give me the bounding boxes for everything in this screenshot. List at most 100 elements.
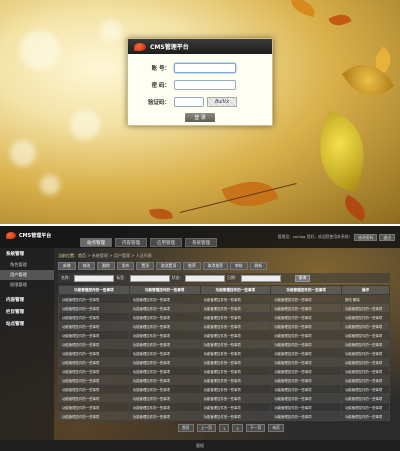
breadcrumb-item[interactable]: 用户管理 [114, 253, 130, 258]
table-cell: 功能管理控件的一些事项 [199, 348, 272, 358]
sidebar-item-users[interactable]: 用户管理 [0, 270, 54, 280]
table-cell: 功能管理控件的一些事项 [58, 294, 130, 304]
next-page-button[interactable]: 下一页 [245, 424, 266, 432]
table-row[interactable]: 功能管理控件的一些事项 功能管理控件的一些事项 功能管理控件的一些事项 功能管理控件的… [58, 384, 390, 394]
row-actions[interactable]: 修改 删除 [341, 294, 390, 304]
review-button[interactable]: 审核 [229, 262, 248, 270]
captcha-label: 验证码： [147, 99, 170, 106]
captcha-input[interactable] [174, 96, 204, 107]
login-panel: CMS管理平台 账 号： 密 码： 验证码： 8uiVx 登 录 [127, 38, 273, 126]
password-input[interactable] [174, 79, 236, 90]
row-actions[interactable]: 功能管理控件的一些事项 [341, 330, 390, 340]
row-actions[interactable]: 功能管理控件的一些事项 [341, 348, 390, 358]
table-row[interactable]: 功能管理控件的一些事项 功能管理控件的一些事项 功能管理控件的一些事项 功能管理控件的… [58, 303, 390, 313]
row-actions[interactable]: 功能管理控件的一些事项 [341, 321, 390, 331]
table-row[interactable]: 功能管理控件的一些事项 功能管理控件的一些事项 功能管理控件的一些事项 功能管理控件的… [58, 348, 390, 358]
table-cell: 功能管理控件的一些事项 [128, 321, 201, 331]
tab-apps[interactable]: 应用管理 [150, 238, 182, 247]
table-row[interactable]: 功能管理控件的一些事项 功能管理控件的一些事项 功能管理控件的一些事项 功能管理控件的… [58, 312, 390, 322]
table-row[interactable]: 功能管理控件的一些事项 功能管理控件的一些事项 功能管理控件的一些事项 功能管理控件的… [58, 411, 390, 421]
login-button[interactable]: 登 录 [185, 113, 215, 122]
unrecommend-button[interactable]: 取消推荐 [202, 262, 228, 270]
row-actions[interactable]: 功能管理控件的一些事项 [341, 411, 390, 421]
table-row[interactable]: 功能管理控件的一些事项 功能管理控件的一些事项 功能管理控件的一些事项 功能管理控件的… [58, 330, 390, 340]
column-header: 功能管理控件的一些事项 [270, 285, 342, 295]
sidebar-item-permissions[interactable]: 权限管理 [0, 280, 54, 290]
row-actions[interactable]: 功能管理控件的一些事项 [341, 339, 390, 349]
page-1-button[interactable]: 1 [218, 424, 230, 432]
table-cell: 功能管理控件的一些事项 [270, 393, 342, 403]
add-button[interactable]: 新增 [58, 262, 76, 270]
tab-system[interactable]: 系统管理 [185, 238, 217, 247]
page-2-button[interactable]: 2 [232, 424, 243, 432]
table-row[interactable]: 功能管理控件的一些事项 功能管理控件的一些事项 功能管理控件的一些事项 功能管理控件的… [58, 402, 390, 412]
pin-button[interactable]: 置顶 [136, 262, 154, 270]
date-input[interactable] [240, 274, 281, 282]
toolbar: 新增 修改 删除 发布 置顶 取消置顶 推荐 取消推荐 审核 刷新 [58, 262, 268, 270]
breadcrumb-home[interactable]: 当前位置：首页 [58, 253, 86, 258]
row-actions[interactable]: 功能管理控件的一些事项 [341, 375, 390, 385]
table-cell: 功能管理控件的一些事项 [199, 366, 272, 376]
tab-site[interactable]: 站点管理 [80, 238, 112, 247]
row-actions[interactable]: 功能管理控件的一些事项 [341, 366, 390, 376]
sidebar-group-sites[interactable]: 站点管理 [0, 318, 54, 330]
table-row[interactable]: 功能管理控件的一些事项 功能管理控件的一些事项 功能管理控件的一些事项 功能管理控件的… [58, 366, 390, 376]
publish-button[interactable]: 发布 [116, 262, 135, 270]
table-row[interactable]: 功能管理控件的一些事项 功能管理控件的一些事项 功能管理控件的一些事项 功能管理控件的… [58, 357, 390, 367]
table-cell: 功能管理控件的一些事项 [128, 384, 201, 394]
table-row[interactable]: 功能管理控件的一些事项 功能管理控件的一些事项 功能管理控件的一些事项 功能管理控件的… [58, 321, 390, 331]
password-row: 密 码： [128, 79, 236, 90]
username-input[interactable] [174, 62, 236, 73]
name-input[interactable] [74, 274, 115, 282]
table-cell: 功能管理控件的一些事项 [58, 312, 130, 322]
table-row[interactable]: 功能管理控件的一些事项 功能管理控件的一些事项 功能管理控件的一些事项 功能管理控件的… [58, 375, 390, 385]
unpin-button[interactable]: 取消置顶 [155, 262, 182, 270]
breadcrumb-item[interactable]: 系统管理 [92, 253, 108, 258]
edit-button[interactable]: 修改 [77, 262, 96, 270]
row-actions[interactable]: 功能管理控件的一些事项 [341, 402, 390, 412]
table-row[interactable]: 功能管理控件的一些事项 功能管理控件的一些事项 功能管理控件的一些事项 功能管理控件的… [58, 294, 390, 304]
refresh-button[interactable]: 刷新 [249, 262, 268, 270]
search-label: 名称： [61, 275, 73, 280]
first-page-button[interactable]: 首页 [178, 424, 194, 432]
login-title: CMS管理平台 [150, 44, 189, 51]
column-header: 功能管理控件的一些事项 [128, 285, 201, 295]
captcha-image[interactable]: 8uiVx [207, 96, 237, 107]
table-cell: 功能管理控件的一些事项 [58, 339, 130, 349]
column-header: 操作 [341, 285, 390, 295]
table-row[interactable]: 功能管理控件的一些事项 功能管理控件的一些事项 功能管理控件的一些事项 功能管理控件的… [58, 339, 390, 349]
search-label: 日期： [227, 275, 239, 280]
search-button[interactable]: 查询 [294, 274, 311, 282]
breadcrumb: 当前位置：首页 > 系统管理 > 用户管理 > 人员列表 [58, 253, 152, 259]
password-label: 密 码： [151, 82, 170, 89]
recommend-button[interactable]: 推荐 [183, 262, 201, 270]
table-cell: 功能管理控件的一些事项 [128, 294, 201, 304]
sidebar-group-system[interactable]: 系统管理 [0, 248, 54, 260]
tag-input[interactable] [129, 274, 170, 282]
table-cell: 功能管理控件的一些事项 [270, 303, 342, 313]
row-actions[interactable]: 功能管理控件的一些事项 [341, 393, 390, 403]
data-table: 功能管理控件的一些事项 功能管理控件的一些事项 功能管理控件的一些事项 功能管理… [58, 285, 390, 421]
tab-content[interactable]: 内容管理 [115, 238, 147, 247]
user-area: 管理员：zodiog 您好，欢迎您使用本系统！ 修改密码 退出 [278, 234, 395, 241]
sidebar-group-columns[interactable]: 栏目管理 [0, 306, 54, 318]
last-page-button[interactable]: 末页 [268, 424, 284, 432]
delete-button[interactable]: 删除 [97, 262, 115, 270]
table-cell: 功能管理控件的一些事项 [128, 339, 201, 349]
status-input[interactable] [185, 274, 226, 282]
leaf-image [305, 111, 379, 193]
sidebar-group-content[interactable]: 内容管理 [0, 294, 54, 306]
prev-page-button[interactable]: 上一页 [196, 424, 216, 432]
row-actions[interactable]: 功能管理控件的一些事项 [341, 312, 390, 322]
breadcrumb-sep: > [131, 253, 135, 258]
table-row[interactable]: 功能管理控件的一些事项 功能管理控件的一些事项 功能管理控件的一些事项 功能管理控件的… [58, 393, 390, 403]
change-password-button[interactable]: 修改密码 [354, 234, 378, 241]
search-bar: 名称： 标签： 状态： 日期： 查询 [58, 273, 390, 283]
table-cell: 功能管理控件的一些事项 [58, 321, 130, 331]
row-actions[interactable]: 功能管理控件的一些事项 [341, 384, 390, 394]
logout-button[interactable]: 退出 [379, 234, 395, 241]
sidebar-item-roles[interactable]: 角色管理 [0, 260, 54, 270]
row-actions[interactable]: 功能管理控件的一些事项 [341, 303, 390, 313]
breadcrumb-sep: > [87, 253, 91, 258]
row-actions[interactable]: 功能管理控件的一些事项 [341, 357, 390, 367]
